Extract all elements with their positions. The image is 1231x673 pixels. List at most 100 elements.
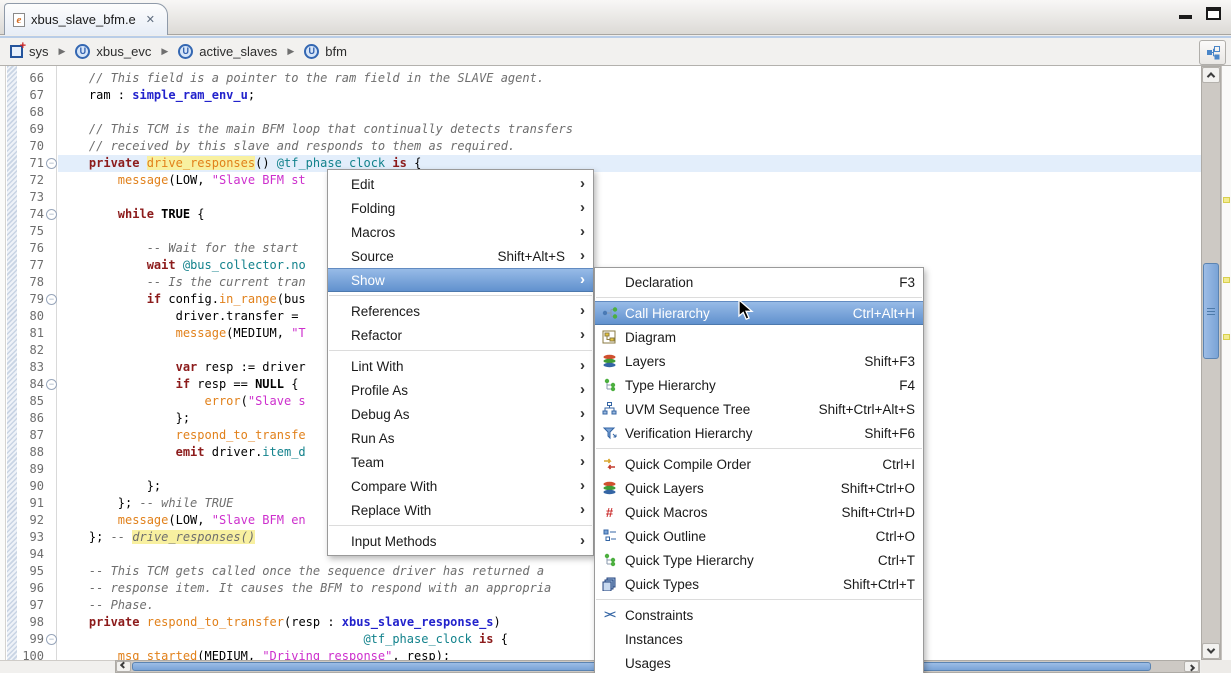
menu-item-label: Profile As <box>351 383 408 398</box>
breadcrumb-item-bfm[interactable]: Ubfm <box>304 44 347 59</box>
fold-marker[interactable]: − <box>46 379 57 390</box>
minimize-icon[interactable] <box>1179 15 1192 19</box>
breadcrumb-item-active_slaves[interactable]: Uactive_slaves <box>178 44 277 59</box>
layers-icon <box>601 354 618 368</box>
scroll-down-button[interactable] <box>1202 643 1220 659</box>
menu-item-edit[interactable]: Edit› <box>328 172 593 196</box>
scroll-up-button[interactable] <box>1202 67 1220 83</box>
line-number: 70 <box>17 138 44 155</box>
menu-item-refactor[interactable]: Refactor› <box>328 323 593 347</box>
vertical-scroll-thumb[interactable] <box>1203 263 1219 359</box>
menu-shortcut: Ctrl+Alt+H <box>835 306 915 321</box>
line-number: 74 <box>17 206 44 223</box>
line-number-ruler: 6667686970717273747576777879808182838485… <box>17 66 57 660</box>
menu-item-constraints[interactable]: ><Constraints <box>595 603 923 627</box>
line-number: 95 <box>17 563 44 580</box>
unit-icon: U <box>304 44 319 59</box>
submenu-arrow-icon: › <box>575 225 585 239</box>
menu-shortcut: Ctrl+T <box>860 553 915 568</box>
menu-item-quick-type-hierarchy[interactable]: Quick Type Hierarchy Ctrl+T <box>595 548 923 572</box>
menu-item-compare-with[interactable]: Compare With› <box>328 474 593 498</box>
occurrence-marker[interactable] <box>1223 277 1230 283</box>
menu-item-source[interactable]: SourceShift+Alt+S› <box>328 244 593 268</box>
scroll-left-button[interactable] <box>116 661 131 672</box>
menu-item-label: Replace With <box>351 503 431 518</box>
breadcrumb-item-sys[interactable]: sys <box>10 44 49 59</box>
menu-item-label: Instances <box>625 632 683 647</box>
breadcrumb-label: active_slaves <box>199 44 277 59</box>
fold-marker[interactable]: − <box>46 294 57 305</box>
scrollbar-corner <box>1201 660 1231 673</box>
code-line: wait @bus_collector.no <box>60 257 306 274</box>
menu-shortcut: Shift+Ctrl+Alt+S <box>801 402 915 417</box>
menu-item-label: Constraints <box>625 608 693 623</box>
editor-tab[interactable]: e xbus_slave_bfm.e ✕ <box>4 3 168 35</box>
code-line: msg_started(MEDIUM, "Driving response", … <box>60 648 450 660</box>
menu-item-folding[interactable]: Folding› <box>328 196 593 220</box>
menu-item-lint-with[interactable]: Lint With› <box>328 354 593 378</box>
code-line: }; <box>60 478 161 495</box>
menu-item-run-as[interactable]: Run As› <box>328 426 593 450</box>
maximize-icon[interactable] <box>1206 7 1221 20</box>
uvm-sequence-tree-icon <box>601 402 618 416</box>
line-number: 82 <box>17 342 44 359</box>
code-line: -- response item. It causes the BFM to r… <box>60 580 551 597</box>
menu-item-show[interactable]: Show› <box>328 268 593 292</box>
menu-item-macros[interactable]: Macros› <box>328 220 593 244</box>
breadcrumb-item-xbus_evc[interactable]: Uxbus_evc <box>75 44 151 59</box>
line-number: 76 <box>17 240 44 257</box>
occurrence-marker[interactable] <box>1223 197 1230 203</box>
menu-item-instances[interactable]: Instances <box>595 627 923 651</box>
line-number: 73 <box>17 189 44 206</box>
menu-item-label: Quick Type Hierarchy <box>625 553 754 568</box>
menu-shortcut: Shift+Ctrl+T <box>825 577 915 592</box>
fold-marker[interactable]: − <box>46 634 57 645</box>
breadcrumb-separator-icon: ▶ <box>161 46 168 57</box>
scroll-right-button[interactable] <box>1184 661 1199 672</box>
menu-item-label: Quick Compile Order <box>625 457 751 472</box>
menu-item-quick-layers[interactable]: Quick LayersShift+Ctrl+O <box>595 476 923 500</box>
menu-shortcut: Shift+Ctrl+O <box>823 481 915 496</box>
code-line: var resp := driver <box>60 359 306 376</box>
menu-item-quick-compile-order[interactable]: Quick Compile OrderCtrl+I <box>595 452 923 476</box>
menu-item-declaration[interactable]: DeclarationF3 <box>595 270 923 294</box>
menu-item-diagram[interactable]: Diagram <box>595 325 923 349</box>
menu-item-layers[interactable]: LayersShift+F3 <box>595 349 923 373</box>
menu-item-references[interactable]: References› <box>328 299 593 323</box>
menu-item-quick-types[interactable]: Quick Types Shift+Ctrl+T <box>595 572 923 596</box>
chevron-up-icon <box>1207 72 1215 80</box>
hierarchy-button[interactable] <box>1199 40 1226 65</box>
menu-item-quick-outline[interactable]: Quick OutlineCtrl+O <box>595 524 923 548</box>
submenu-arrow-icon: › <box>575 431 585 445</box>
breadcrumb-separator-icon: ▶ <box>287 46 294 57</box>
tab-close-icon[interactable]: ✕ <box>146 13 155 26</box>
fold-marker[interactable]: − <box>46 158 57 169</box>
menu-item-replace-with[interactable]: Replace With› <box>328 498 593 522</box>
menu-item-profile-as[interactable]: Profile As› <box>328 378 593 402</box>
menu-item-uvm-sequence-tree[interactable]: UVM Sequence TreeShift+Ctrl+Alt+S <box>595 397 923 421</box>
menu-item-label: Quick Types <box>625 577 699 592</box>
submenu-arrow-icon: › <box>575 455 585 469</box>
menu-item-input-methods[interactable]: Input Methods› <box>328 529 593 553</box>
line-number: 90 <box>17 478 44 495</box>
overview-ruler[interactable] <box>1221 66 1231 660</box>
menu-item-quick-macros[interactable]: #Quick MacrosShift+Ctrl+D <box>595 500 923 524</box>
menu-item-debug-as[interactable]: Debug As› <box>328 402 593 426</box>
line-number: 91 <box>17 495 44 512</box>
menu-item-type-hierarchy[interactable]: Type HierarchyF4 <box>595 373 923 397</box>
line-number: 100 <box>17 648 44 660</box>
menu-item-usages[interactable]: Usages <box>595 651 923 673</box>
submenu-arrow-icon: › <box>575 177 585 191</box>
breadcrumb-label: xbus_evc <box>96 44 151 59</box>
fold-marker[interactable]: − <box>46 209 57 220</box>
menu-item-call-hierarchy[interactable]: Call HierarchyCtrl+Alt+H <box>595 301 923 325</box>
menu-item-team[interactable]: Team› <box>328 450 593 474</box>
code-line: message(LOW, "Slave BFM st <box>60 172 306 189</box>
line-number: 75 <box>17 223 44 240</box>
vertical-scrollbar[interactable] <box>1201 66 1221 660</box>
menu-item-verification-hierarchy[interactable]: Verification HierarchyShift+F6 <box>595 421 923 445</box>
mouse-cursor <box>738 299 758 321</box>
line-number: 92 <box>17 512 44 529</box>
occurrence-marker[interactable] <box>1223 334 1230 340</box>
no-icon <box>601 275 618 289</box>
